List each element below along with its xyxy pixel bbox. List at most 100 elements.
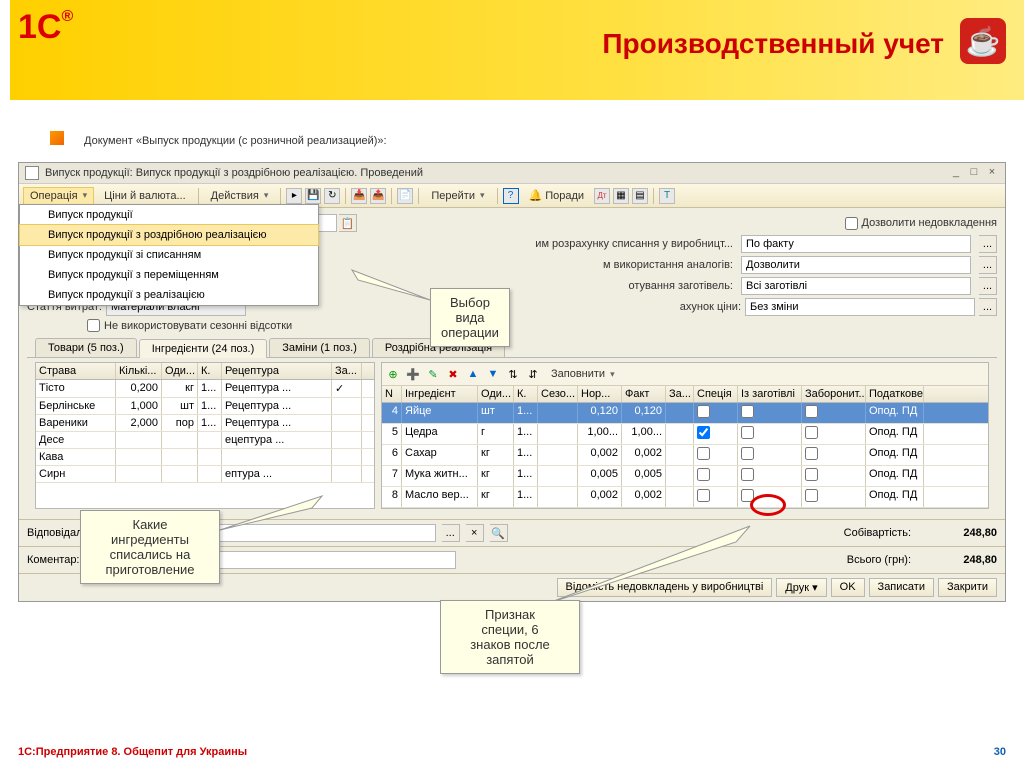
window-title: Випуск продукції: Випуск продукції з роз… bbox=[45, 167, 949, 179]
seasonal-checkbox[interactable]: Не використовувати сезонні відсотки bbox=[87, 319, 292, 332]
dkt-icon[interactable]: Дт bbox=[594, 188, 610, 204]
ingredients-header[interactable]: К. bbox=[514, 386, 538, 402]
blanks-field[interactable]: Всі заготівлі bbox=[741, 277, 971, 295]
writeoff-mode-label: им розрахунку списання у виробницт... bbox=[535, 238, 733, 250]
slide-subtitle: Документ «Выпуск продукции (с розничной … bbox=[100, 124, 1024, 150]
dishes-header[interactable]: За... bbox=[332, 363, 362, 379]
calendar-icon[interactable]: 📋 bbox=[339, 214, 357, 232]
advice-button[interactable]: 🔔 Поради bbox=[522, 186, 592, 205]
export-icon[interactable]: 📤 bbox=[370, 188, 386, 204]
sort-asc-icon[interactable]: ⇅ bbox=[504, 365, 522, 383]
ingredients-header[interactable]: За... bbox=[666, 386, 694, 402]
cost-label: Собівартість: bbox=[844, 527, 911, 539]
ingredients-row[interactable]: 8Масло вер...кг1...0,0020,002Опод. ПД bbox=[382, 487, 988, 508]
dishes-row[interactable]: Тісто0,200кг1...Рецептура ...✓ bbox=[36, 380, 374, 398]
dishes-grid[interactable]: СтраваКількі...Оди...К.РецептураЗа... Ті… bbox=[35, 362, 375, 509]
ingredients-grid[interactable]: ⊕ ➕ ✎ ✖ ▲ ▼ ⇅ ⇵ Заповнити NІнгредієнтОди… bbox=[381, 362, 989, 509]
ingredients-header[interactable]: Факт bbox=[622, 386, 666, 402]
analogs-label: м використання аналогів: bbox=[603, 259, 733, 271]
minimize-button[interactable]: _ bbox=[949, 167, 963, 179]
op-item-3[interactable]: Випуск продукції з переміщенням bbox=[20, 265, 318, 285]
edit-icon[interactable]: ✎ bbox=[424, 365, 442, 383]
ingredients-header[interactable]: N bbox=[382, 386, 402, 402]
dishes-header[interactable]: Страва bbox=[36, 363, 116, 379]
operation-dropdown: Випуск продукції Випуск продукції з розд… bbox=[19, 204, 319, 306]
actions-menu[interactable]: Действия bbox=[204, 187, 276, 205]
layout1-icon[interactable]: ▦ bbox=[613, 188, 629, 204]
op-item-2[interactable]: Випуск продукції зі списанням bbox=[20, 245, 318, 265]
tab-goods[interactable]: Товари (5 поз.) bbox=[35, 338, 137, 357]
allow-shortage-checkbox[interactable]: Дозволити недовкладення bbox=[845, 217, 997, 230]
tab-ingredients[interactable]: Інгредієнти (24 поз.) bbox=[139, 339, 268, 358]
callout-spice-flag: Признак специи, 6 знаков после запятой bbox=[440, 600, 580, 674]
refresh-icon[interactable]: ↻ bbox=[324, 188, 340, 204]
tab-strip: Товари (5 поз.) Інгредієнти (24 поз.) За… bbox=[27, 338, 997, 358]
title-bar: Випуск продукції: Випуск продукції з роз… bbox=[19, 163, 1005, 184]
ingredients-header[interactable]: Інгредієнт bbox=[402, 386, 478, 402]
ingredients-header[interactable]: Сезо... bbox=[538, 386, 578, 402]
price-calc-dots[interactable]: ... bbox=[979, 298, 997, 316]
ingredients-header[interactable]: Заборонит... bbox=[802, 386, 866, 402]
analogs-field[interactable]: Дозволити bbox=[741, 256, 971, 274]
ingredients-header[interactable]: Із заготівлі bbox=[738, 386, 802, 402]
ingredients-row[interactable]: 6Сахаркг1...0,0020,002Опод. ПД bbox=[382, 445, 988, 466]
blanks-dots[interactable]: ... bbox=[979, 277, 997, 295]
dishes-row[interactable]: Десеецептура ... bbox=[36, 432, 374, 449]
delete-icon[interactable]: ✖ bbox=[444, 365, 462, 383]
close-button[interactable]: × bbox=[985, 167, 999, 179]
maximize-button[interactable]: □ bbox=[967, 167, 981, 179]
ingredients-header[interactable]: Нор... bbox=[578, 386, 622, 402]
import-icon[interactable]: 📥 bbox=[351, 188, 367, 204]
responsible-clear[interactable]: × bbox=[466, 524, 484, 542]
ingredients-header[interactable]: Спеція bbox=[694, 386, 738, 402]
op-item-0[interactable]: Випуск продукції bbox=[20, 205, 318, 225]
insert-icon[interactable]: ➕ bbox=[404, 365, 422, 383]
dishes-row[interactable]: Сирнептура ... bbox=[36, 466, 374, 483]
highlight-circle bbox=[750, 494, 786, 516]
dishes-header[interactable]: Рецептура bbox=[222, 363, 332, 379]
tab-substitutes[interactable]: Заміни (1 поз.) bbox=[269, 338, 370, 357]
goto-menu[interactable]: Перейти bbox=[424, 187, 491, 205]
doc1-icon[interactable]: 📄 bbox=[397, 188, 413, 204]
sort-desc-icon[interactable]: ⇵ bbox=[524, 365, 542, 383]
move-up-icon[interactable]: ▲ bbox=[464, 365, 482, 383]
help-icon[interactable]: ? bbox=[503, 188, 519, 204]
dishes-row[interactable]: Вареники2,000пор1...Рецептура ... bbox=[36, 415, 374, 432]
text-icon[interactable]: Т bbox=[659, 188, 675, 204]
prices-button[interactable]: Ціни й валюта... bbox=[97, 187, 193, 205]
dishes-row[interactable]: Кава bbox=[36, 449, 374, 466]
price-calc-field[interactable]: Без зміни bbox=[745, 298, 975, 316]
dishes-header[interactable]: Оди... bbox=[162, 363, 198, 379]
ingredients-header[interactable]: Оди... bbox=[478, 386, 514, 402]
save-icon[interactable]: 💾 bbox=[305, 188, 321, 204]
callout-operation-type: Выбор вида операции bbox=[430, 288, 510, 347]
layout2-icon[interactable]: ▤ bbox=[632, 188, 648, 204]
page-number: 30 bbox=[994, 746, 1006, 758]
ingredients-row[interactable]: 7Мука житн...кг1...0,0050,005Опод. ПД bbox=[382, 466, 988, 487]
op-item-1[interactable]: Випуск продукції з роздрібною реалізаціє… bbox=[19, 224, 319, 246]
post-icon[interactable]: ▸ bbox=[286, 188, 302, 204]
dishes-header[interactable]: К. bbox=[198, 363, 222, 379]
fill-menu[interactable]: Заповнити bbox=[544, 365, 622, 383]
analogs-dots[interactable]: ... bbox=[979, 256, 997, 274]
ok-button[interactable]: OK bbox=[831, 578, 865, 597]
window-icon bbox=[25, 166, 39, 180]
print-button[interactable]: Друк ▾ bbox=[776, 578, 826, 597]
dishes-row[interactable]: Берлінське1,000шт1...Рецептура ... bbox=[36, 398, 374, 415]
responsible-dots[interactable]: ... bbox=[442, 524, 460, 542]
ingredients-row[interactable]: 5Цедраг1...1,00...1,00...Опод. ПД bbox=[382, 424, 988, 445]
writeoff-mode-dots[interactable]: ... bbox=[979, 235, 997, 253]
dishes-header[interactable]: Кількі... bbox=[116, 363, 162, 379]
cost-value: 248,80 bbox=[917, 527, 997, 539]
add-icon[interactable]: ⊕ bbox=[384, 365, 402, 383]
close-form-button[interactable]: Закрити bbox=[938, 578, 997, 597]
operation-menu[interactable]: Операція bbox=[23, 187, 94, 205]
save-button[interactable]: Записати bbox=[869, 578, 934, 597]
op-item-4[interactable]: Випуск продукції з реалізацією bbox=[20, 285, 318, 305]
writeoff-mode-field[interactable]: По факту bbox=[741, 235, 971, 253]
coffee-icon: ☕ bbox=[960, 18, 1006, 64]
responsible-open[interactable]: 🔍 bbox=[490, 524, 508, 542]
move-down-icon[interactable]: ▼ bbox=[484, 365, 502, 383]
ingredients-header[interactable]: Податкове bbox=[866, 386, 924, 402]
ingredients-row[interactable]: 4Яйцешт1...0,1200,120Опод. ПД bbox=[382, 403, 988, 424]
